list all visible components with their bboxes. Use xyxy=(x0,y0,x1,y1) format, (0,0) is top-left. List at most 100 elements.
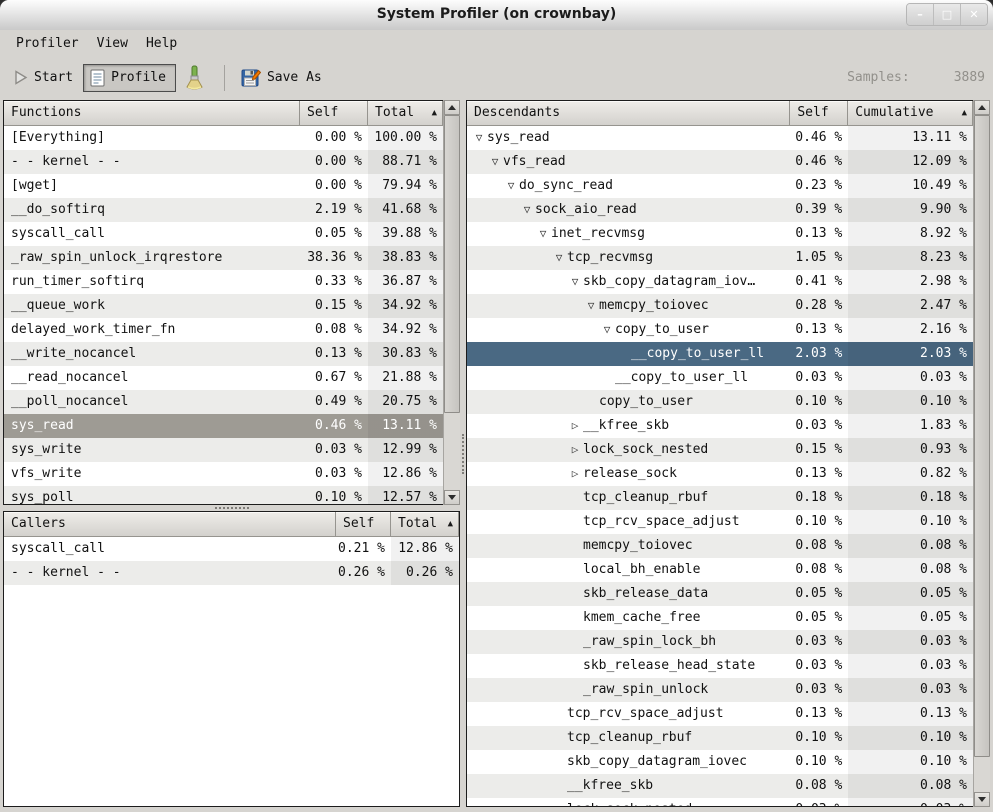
expander-open-icon[interactable]: ▽ xyxy=(519,198,535,222)
total-percent: 12.57 % xyxy=(368,486,443,505)
tree-row[interactable]: skb_release_head_state0.03 %0.03 % xyxy=(467,654,973,678)
self-column-header[interactable]: Self xyxy=(790,101,848,126)
tree-row[interactable]: ▽sys_read0.46 %13.11 % xyxy=(467,126,973,150)
reset-button[interactable] xyxy=(176,60,215,96)
scrollbar-thumb[interactable] xyxy=(444,115,460,413)
minimize-button[interactable]: – xyxy=(907,4,933,25)
expander-collapsed-icon[interactable]: ▷ xyxy=(567,414,583,438)
table-row[interactable]: __read_nocancel0.67 %21.88 % xyxy=(4,366,443,390)
tree-row[interactable]: ▷release_sock0.13 %0.82 % xyxy=(467,462,973,486)
table-row[interactable]: syscall_call0.21 %12.86 % xyxy=(4,537,459,561)
self-percent: 0.03 % xyxy=(790,654,848,678)
descendants-tree: ▽sys_read0.46 %13.11 %▽vfs_read0.46 %12.… xyxy=(467,126,973,807)
cumulative-column-header[interactable]: Cumulative ▲ xyxy=(848,101,973,126)
scroll-up-button[interactable] xyxy=(444,100,460,115)
tree-row[interactable]: ▷__kfree_skb0.03 %1.83 % xyxy=(467,414,973,438)
tree-row[interactable]: lock_sock_nested0.03 %0.03 % xyxy=(467,798,973,807)
expander-open-icon[interactable]: ▽ xyxy=(471,126,487,150)
table-row[interactable]: - - kernel - -0.26 %0.26 % xyxy=(4,561,459,585)
descendants-scrollbar[interactable] xyxy=(973,100,990,807)
tree-row[interactable]: tcp_rcv_space_adjust0.10 %0.10 % xyxy=(467,510,973,534)
profile-toggle-button[interactable]: Profile xyxy=(83,64,176,92)
table-row[interactable]: delayed_work_timer_fn0.08 %34.92 % xyxy=(4,318,443,342)
function-name: - - kernel - - xyxy=(4,150,300,174)
tree-row[interactable]: ▽skb_copy_datagram_iov…0.41 %2.98 % xyxy=(467,270,973,294)
tree-row[interactable]: ▽sock_aio_read0.39 %9.90 % xyxy=(467,198,973,222)
tree-row[interactable]: kmem_cache_free0.05 %0.05 % xyxy=(467,606,973,630)
table-row[interactable]: syscall_call0.05 %39.88 % xyxy=(4,222,443,246)
tree-row[interactable]: ▽do_sync_read0.23 %10.49 % xyxy=(467,174,973,198)
self-column-header[interactable]: Self xyxy=(336,512,391,537)
close-button[interactable]: ✕ xyxy=(960,4,987,25)
tree-row[interactable]: memcpy_toiovec0.08 %0.08 % xyxy=(467,534,973,558)
tree-row[interactable]: ▷lock_sock_nested0.15 %0.93 % xyxy=(467,438,973,462)
table-row[interactable]: run_timer_softirq0.33 %36.87 % xyxy=(4,270,443,294)
expander-open-icon[interactable]: ▽ xyxy=(503,174,519,198)
cumulative-percent: 0.08 % xyxy=(848,774,973,798)
self-column-header[interactable]: Self xyxy=(300,101,368,126)
expander-open-icon[interactable]: ▽ xyxy=(535,222,551,246)
tree-row[interactable]: ▽copy_to_user0.13 %2.16 % xyxy=(467,318,973,342)
tree-row[interactable]: _raw_spin_unlock0.03 %0.03 % xyxy=(467,678,973,702)
tree-row[interactable]: copy_to_user0.10 %0.10 % xyxy=(467,390,973,414)
descendants-column-header[interactable]: Descendants xyxy=(467,101,790,126)
expander-open-icon[interactable]: ▽ xyxy=(567,270,583,294)
tree-row[interactable]: tcp_rcv_space_adjust0.13 %0.13 % xyxy=(467,702,973,726)
table-row[interactable]: __poll_nocancel0.49 %20.75 % xyxy=(4,390,443,414)
table-row[interactable]: sys_read0.46 %13.11 % xyxy=(4,414,443,438)
maximize-button[interactable]: □ xyxy=(933,4,960,25)
self-percent: 0.03 % xyxy=(790,798,848,807)
scrollbar-thumb[interactable] xyxy=(974,115,990,757)
tree-row[interactable]: local_bh_enable0.08 %0.08 % xyxy=(467,558,973,582)
scroll-down-button[interactable] xyxy=(974,792,990,807)
table-row[interactable]: __do_softirq2.19 %41.68 % xyxy=(4,198,443,222)
tree-row[interactable]: skb_copy_datagram_iovec0.10 %0.10 % xyxy=(467,750,973,774)
save-as-button[interactable]: Save As xyxy=(234,63,332,93)
title-bar[interactable]: System Profiler (on crownbay) – □ ✕ xyxy=(0,0,993,31)
table-row[interactable]: __queue_work0.15 %34.92 % xyxy=(4,294,443,318)
function-name: _raw_spin_lock_bh xyxy=(467,630,790,654)
tree-row[interactable]: ▽inet_recvmsg0.13 %8.92 % xyxy=(467,222,973,246)
expander-collapsed-icon[interactable]: ▷ xyxy=(567,438,583,462)
scroll-down-button[interactable] xyxy=(444,490,460,505)
start-button[interactable]: Start xyxy=(6,65,83,90)
total-column-header[interactable]: Total ▲ xyxy=(391,512,459,537)
functions-scrollbar[interactable] xyxy=(443,100,460,505)
self-percent: 0.10 % xyxy=(790,390,848,414)
table-row[interactable]: [Everything]0.00 %100.00 % xyxy=(4,126,443,150)
table-row[interactable]: vfs_write0.03 %12.86 % xyxy=(4,462,443,486)
expander-collapsed-icon[interactable]: ▷ xyxy=(567,462,583,486)
tree-row[interactable]: __copy_to_user_ll2.03 %2.03 % xyxy=(467,342,973,366)
tree-row[interactable]: ▽memcpy_toiovec0.28 %2.47 % xyxy=(467,294,973,318)
table-row[interactable]: sys_write0.03 %12.99 % xyxy=(4,438,443,462)
functions-column-header[interactable]: Functions xyxy=(4,101,300,126)
expander-open-icon[interactable]: ▽ xyxy=(583,294,599,318)
table-row[interactable]: _raw_spin_unlock_irqrestore38.36 %38.83 … xyxy=(4,246,443,270)
self-percent: 0.41 % xyxy=(790,270,848,294)
menu-view[interactable]: View xyxy=(88,33,137,54)
menu-bar: Profiler View Help xyxy=(0,30,993,58)
menu-profiler[interactable]: Profiler xyxy=(7,33,88,54)
scroll-up-button[interactable] xyxy=(974,100,990,115)
table-row[interactable]: __write_nocancel0.13 %30.83 % xyxy=(4,342,443,366)
cumulative-percent: 8.23 % xyxy=(848,246,973,270)
expander-open-icon[interactable]: ▽ xyxy=(599,318,615,342)
total-column-header[interactable]: Total ▲ xyxy=(368,101,443,126)
function-name: ▽sock_aio_read xyxy=(467,198,790,222)
tree-row[interactable]: tcp_cleanup_rbuf0.10 %0.10 % xyxy=(467,726,973,750)
tree-row[interactable]: __copy_to_user_ll0.03 %0.03 % xyxy=(467,366,973,390)
table-row[interactable]: [wget]0.00 %79.94 % xyxy=(4,174,443,198)
tree-row[interactable]: ▽tcp_recvmsg1.05 %8.23 % xyxy=(467,246,973,270)
tree-row[interactable]: tcp_cleanup_rbuf0.18 %0.18 % xyxy=(467,486,973,510)
tree-row[interactable]: _raw_spin_lock_bh0.03 %0.03 % xyxy=(467,630,973,654)
function-name-label: local_bh_enable xyxy=(583,562,700,577)
menu-help[interactable]: Help xyxy=(137,33,186,54)
expander-open-icon[interactable]: ▽ xyxy=(551,246,567,270)
expander-open-icon[interactable]: ▽ xyxy=(487,150,503,174)
tree-row[interactable]: __kfree_skb0.08 %0.08 % xyxy=(467,774,973,798)
tree-row[interactable]: ▽vfs_read0.46 %12.09 % xyxy=(467,150,973,174)
table-row[interactable]: sys_poll0.10 %12.57 % xyxy=(4,486,443,505)
tree-row[interactable]: skb_release_data0.05 %0.05 % xyxy=(467,582,973,606)
callers-column-header[interactable]: Callers xyxy=(4,512,336,537)
table-row[interactable]: - - kernel - -0.00 %88.71 % xyxy=(4,150,443,174)
